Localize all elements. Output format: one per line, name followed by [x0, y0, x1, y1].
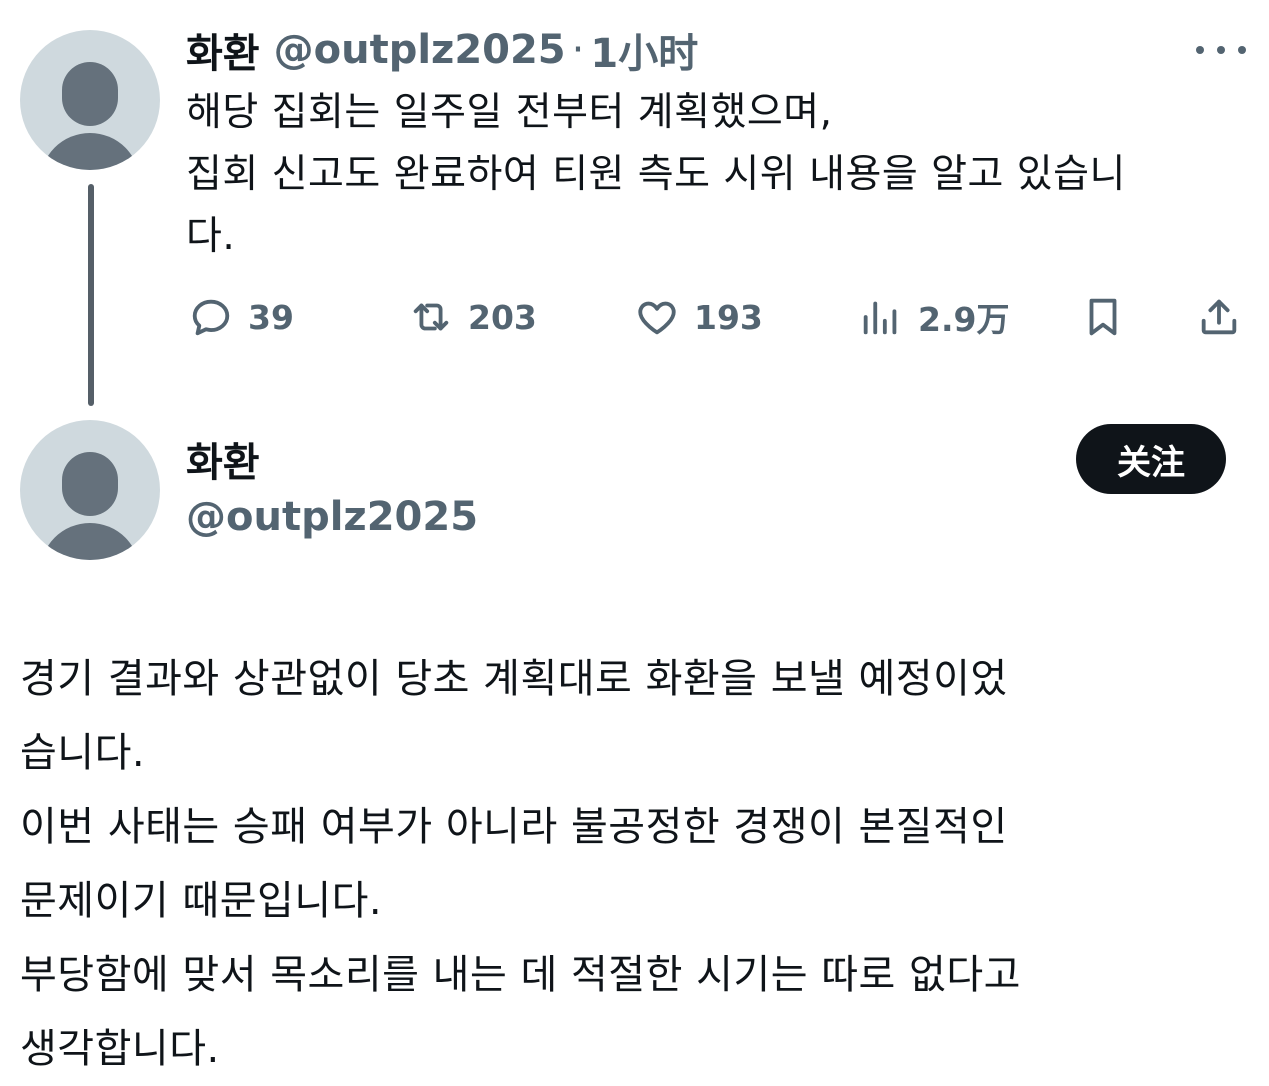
separator-dot: ·	[571, 27, 585, 73]
tweet-text: 해당 집회는 일주일 전부터 계획했으며, 집회 신고도 완료하여 티원 측도 …	[186, 90, 1126, 259]
repost-button[interactable]: 203	[408, 292, 537, 342]
views-icon	[863, 301, 897, 335]
more-horizontal-icon	[1196, 46, 1204, 54]
like-count: 193	[694, 297, 763, 337]
profile-handle[interactable]: @outplz2025	[186, 494, 478, 540]
reply-count: 39	[248, 297, 294, 337]
views-button[interactable]: 2.9万	[858, 292, 1009, 342]
follow-button[interactable]: 关注	[1076, 424, 1226, 494]
tweet-header: 화환 @outplz2025 · 1小时	[186, 22, 698, 78]
repost-icon	[413, 303, 449, 331]
default-avatar-icon	[62, 452, 118, 516]
avatar[interactable]	[20, 30, 160, 170]
views-count: 2.9万	[918, 300, 1010, 339]
share-icon	[1201, 299, 1237, 335]
more-options-button[interactable]	[1196, 32, 1246, 68]
reply-button[interactable]: 39	[188, 292, 294, 342]
repost-count: 203	[468, 297, 537, 337]
share-button[interactable]	[1196, 292, 1242, 342]
tweet-timestamp[interactable]: 1小时	[590, 21, 698, 79]
default-avatar-icon	[62, 62, 118, 126]
author-name[interactable]: 화환	[186, 21, 260, 79]
heart-icon	[638, 301, 676, 335]
author-handle[interactable]: @outplz2025	[274, 27, 566, 73]
reply-icon	[192, 299, 230, 336]
like-button[interactable]: 193	[634, 292, 763, 342]
tweet-action-bar: 39 203 193 2.9万	[0, 292, 1269, 342]
profile-name[interactable]: 화환	[186, 430, 260, 488]
avatar[interactable]	[20, 420, 160, 560]
statement-text: 경기 결과와 상관없이 당초 계획대로 화환을 보낼 예정이었 습니다. 이번 …	[20, 656, 1021, 1072]
bookmark-button[interactable]	[1080, 292, 1126, 342]
bookmark-icon	[1089, 298, 1117, 336]
